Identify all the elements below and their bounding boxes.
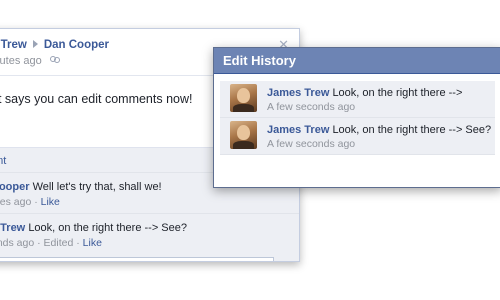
history-time: A few seconds ago [267,101,356,113]
like-link[interactable]: Like [83,237,102,249]
comment-time: onds ago · Edited · [0,237,83,249]
comment-text: Well let's try that, shall we! [32,181,162,193]
comment-link[interactable]: ent [0,155,6,167]
comment-author[interactable]: s Trew [0,222,25,234]
edit-history-dialog: Edit History James Trew Look, on the rig… [213,47,500,188]
screen: s TrewDan Cooper inutes ago ✕ et says yo… [0,0,500,300]
post-text: et says you can edit comments now! [0,92,193,106]
history-author[interactable]: James Trew [267,124,329,136]
avatar[interactable] [230,84,257,112]
comment-line: Cooper Well let's try that, shall we! [0,181,162,193]
people-icon [49,56,60,65]
comment-meta: utes ago · Like [0,196,60,208]
avatar[interactable] [230,121,257,149]
comment-line: s Trew Look, on the right there --> See? [0,222,187,234]
comment-text: Look, on the right there --> See? [28,222,187,234]
post-time[interactable]: inutes ago [0,55,42,67]
comment-item: s Trew Look, on the right there --> See?… [0,213,299,256]
like-link[interactable]: Like [41,196,60,208]
history-line: James Trew Look, on the right there --> … [267,124,491,136]
post-author[interactable]: s Trew [0,39,27,51]
history-time: A few seconds ago [267,138,356,150]
history-author[interactable]: James Trew [267,87,329,99]
comment-meta: onds ago · Edited · Like [0,237,102,249]
post-recipient[interactable]: Dan Cooper [44,39,109,51]
arrow-right-icon [32,40,38,48]
history-text: Look, on the right there --> [332,87,463,99]
post-meta: inutes ago [0,55,60,67]
comment-time: utes ago · [0,196,38,208]
history-item: James Trew Look, on the right there --> … [220,118,495,155]
comment-input[interactable] [0,257,274,261]
comment-author[interactable]: Cooper [0,181,30,193]
history-line: James Trew Look, on the right there --> [267,87,462,99]
history-text: Look, on the right there --> See? [332,124,492,136]
history-item: James Trew Look, on the right there --> … [220,81,495,118]
dialog-title: Edit History [214,48,500,74]
post-from-line: s Trew Dan Cooper [0,39,109,51]
